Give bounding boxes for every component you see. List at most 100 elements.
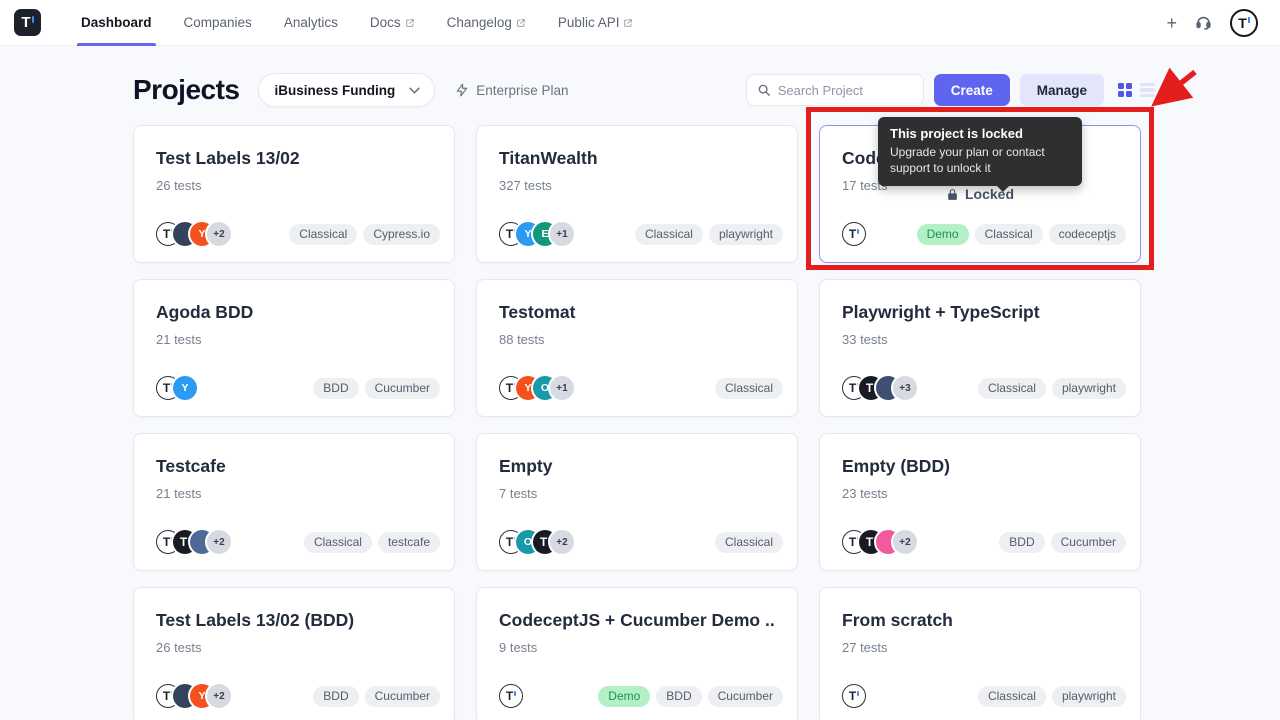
list-view-icon[interactable] bbox=[1140, 82, 1155, 98]
project-name: Test Labels 13/02 bbox=[156, 148, 300, 168]
project-tag: Classical bbox=[634, 223, 703, 245]
project-tag: Classical bbox=[977, 685, 1046, 707]
nav-item-label: Docs bbox=[369, 15, 401, 30]
search-input[interactable] bbox=[777, 82, 908, 98]
project-card[interactable]: Testcafe 21 tests T T +2 Classical testcafe bbox=[133, 433, 455, 571]
lightning-icon bbox=[457, 83, 468, 97]
tag-group: Demo Classical codeceptjs bbox=[911, 223, 1126, 245]
card-footer: T Demo Classical codeceptjs bbox=[842, 222, 1126, 246]
tag-group: Classical playwright bbox=[972, 685, 1126, 707]
nav-item-label: Changelog bbox=[446, 15, 512, 30]
card-footer: T Y BDD Cucumber bbox=[156, 376, 440, 400]
project-tag: codeceptjs bbox=[1048, 223, 1126, 245]
member-avatar: T bbox=[842, 684, 866, 708]
project-tag: Demo bbox=[916, 223, 969, 245]
card-footer: T Y +2 BDD Cucumber bbox=[156, 684, 440, 708]
avatar-group: T O T +2 bbox=[499, 530, 574, 554]
more-members-badge: +2 bbox=[207, 684, 231, 708]
project-tests-count: 23 tests bbox=[842, 486, 888, 501]
project-tests-count: 9 tests bbox=[499, 640, 538, 655]
project-card[interactable]: Testomat 88 tests T Y O +1 Classical bbox=[476, 279, 798, 417]
project-tests-count: 26 tests bbox=[156, 178, 202, 193]
project-tag: BDD bbox=[999, 531, 1045, 553]
more-members-badge: +2 bbox=[207, 530, 231, 554]
tag-group: Classical playwright bbox=[972, 377, 1126, 399]
page-title: Projects bbox=[133, 74, 240, 105]
more-members-badge: +2 bbox=[893, 530, 917, 554]
tag-group: BDD Cucumber bbox=[993, 531, 1126, 553]
nav-item-dashboard[interactable]: Dashboard bbox=[65, 0, 168, 46]
card-footer: T Classical playwright bbox=[842, 684, 1126, 708]
project-card[interactable]: Playwright + TypeScript 33 tests T T +3 Class… bbox=[819, 279, 1141, 417]
project-tag: Cypress.io bbox=[363, 223, 440, 245]
project-tag: Classical bbox=[303, 531, 372, 553]
search-icon bbox=[758, 84, 770, 96]
card-footer: T T +2 Classical testcafe bbox=[156, 530, 440, 554]
nav-item-label: Dashboard bbox=[81, 15, 152, 30]
avatar-group: T T +3 bbox=[842, 376, 917, 400]
user-avatar[interactable]: T bbox=[1230, 8, 1258, 37]
project-tag: Classical bbox=[714, 377, 783, 399]
nav-item-analytics[interactable]: Analytics bbox=[268, 0, 354, 46]
external-link-icon bbox=[517, 18, 525, 27]
project-tag: BDD bbox=[313, 377, 359, 399]
avatar-group: T bbox=[842, 222, 866, 246]
project-card[interactable]: TitanWealth 327 tests T Y E +1 Classical playwr… bbox=[476, 125, 798, 263]
card-footer: T O T +2 Classical bbox=[499, 530, 783, 554]
tag-group: BDD Cucumber bbox=[307, 377, 440, 399]
company-selector-value: iBusiness Funding bbox=[274, 82, 396, 98]
project-tag: Cucumber bbox=[364, 377, 440, 399]
project-card[interactable]: CodeceptJS + Cucumber Demo ... 9 tests T De… bbox=[476, 587, 798, 720]
more-members-badge: +2 bbox=[207, 222, 231, 246]
project-name: TitanWealth bbox=[499, 148, 598, 168]
project-card[interactable]: Test Labels 13/02 26 tests T Y +2 Classical Cy… bbox=[133, 125, 455, 263]
nav-item-docs[interactable]: Docs bbox=[354, 0, 431, 46]
nav-item-companies[interactable]: Companies bbox=[168, 0, 268, 46]
project-card[interactable]: Empty 7 tests T O T +2 Classical bbox=[476, 433, 798, 571]
avatar-group: T bbox=[499, 684, 523, 708]
create-button[interactable]: Create bbox=[933, 74, 1010, 106]
nav-item-label: Public API bbox=[557, 15, 620, 30]
avatar-group: T Y E +1 bbox=[499, 222, 574, 246]
nav-item-public-api[interactable]: Public API bbox=[542, 0, 650, 46]
project-card[interactable]: Agoda BDD 21 tests T Y BDD Cucumber bbox=[133, 279, 455, 417]
manage-button[interactable]: Manage bbox=[1019, 74, 1104, 106]
card-footer: T T +2 BDD Cucumber bbox=[842, 530, 1126, 554]
nav-item-label: Analytics bbox=[283, 15, 338, 30]
project-tag: Cucumber bbox=[364, 685, 440, 707]
project-tag: playwright bbox=[1051, 377, 1126, 399]
grid-view-icon[interactable] bbox=[1118, 83, 1132, 97]
project-card[interactable]: Test Labels 13/02 (BDD) 26 tests T Y +2 BDD Cu… bbox=[133, 587, 455, 720]
member-avatar: Y bbox=[173, 376, 197, 400]
project-tag: Classical bbox=[977, 377, 1046, 399]
app-logo[interactable]: T bbox=[14, 9, 41, 36]
project-name: CodeceptJS + Cucumber Demo ... bbox=[499, 610, 775, 630]
project-tests-count: 327 tests bbox=[499, 178, 552, 193]
avatar-group: T Y O +1 bbox=[499, 376, 574, 400]
project-tests-count: 26 tests bbox=[156, 640, 202, 655]
project-tag: Cucumber bbox=[1050, 531, 1126, 553]
add-button[interactable]: + bbox=[1166, 14, 1177, 32]
external-link-icon bbox=[624, 18, 633, 27]
locked-indicator: Locked bbox=[820, 186, 1140, 202]
project-name: Empty (BDD) bbox=[842, 456, 950, 476]
nav-items: Dashboard Companies Analytics Docs Changelog… bbox=[65, 0, 649, 46]
avatar-group: T Y +2 bbox=[156, 684, 231, 708]
support-icon[interactable] bbox=[1195, 14, 1212, 31]
project-tests-count: 33 tests bbox=[842, 332, 888, 347]
project-tag: Classical bbox=[974, 223, 1043, 245]
project-tag: BDD bbox=[313, 685, 359, 707]
company-selector[interactable]: iBusiness Funding bbox=[257, 73, 436, 107]
project-card[interactable]: Empty (BDD) 23 tests T T +2 BDD Cucumber bbox=[819, 433, 1141, 571]
project-tag: Demo bbox=[598, 685, 651, 707]
nav-item-changelog[interactable]: Changelog bbox=[431, 0, 542, 46]
project-tag: Classical bbox=[714, 531, 783, 553]
more-members-badge: +2 bbox=[550, 530, 574, 554]
tag-group: Classical Cypress.io bbox=[283, 223, 440, 245]
project-card[interactable]: From scratch 27 tests T Classical playwright bbox=[819, 587, 1141, 720]
project-tests-count: 27 tests bbox=[842, 640, 888, 655]
card-footer: T Y O +1 Classical bbox=[499, 376, 783, 400]
project-name: Test Labels 13/02 (BDD) bbox=[156, 610, 355, 630]
tag-group: Classical bbox=[709, 377, 783, 399]
chevron-down-icon bbox=[409, 87, 420, 94]
